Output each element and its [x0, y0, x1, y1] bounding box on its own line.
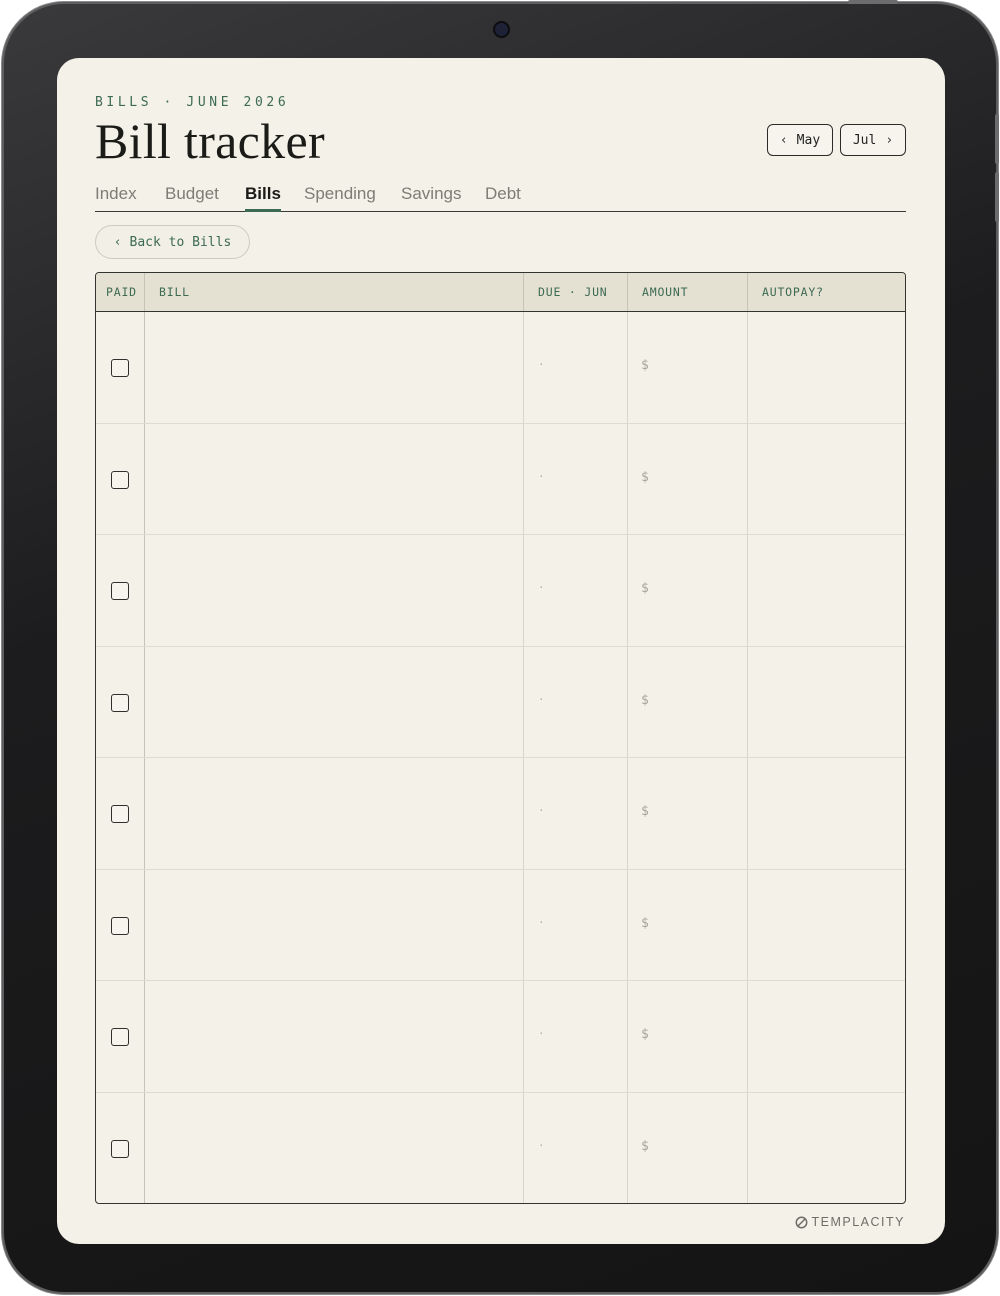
paid-checkbox[interactable]	[111, 693, 129, 712]
table-header: PAID BILL DUE · JUN AMOUNT AUTOPAY?	[96, 273, 905, 312]
column-divider	[523, 273, 524, 311]
amount-cell[interactable]: $	[641, 693, 649, 708]
prev-month-button[interactable]: ‹ May	[767, 124, 833, 156]
paid-checkbox[interactable]	[111, 1028, 129, 1046]
chevron-right-icon: ›	[885, 132, 894, 148]
chevron-left-icon: ‹	[779, 132, 788, 148]
next-month-label: Jul	[852, 132, 877, 148]
table-row: · $	[96, 647, 905, 758]
due-date-cell[interactable]: ·	[538, 581, 545, 594]
amount-cell[interactable]: $	[641, 358, 649, 373]
top-button	[848, 0, 898, 4]
brand-name: TEMPLACITY	[811, 1215, 905, 1229]
volume-down-button	[995, 172, 999, 222]
due-date-cell[interactable]: ·	[538, 358, 545, 371]
chevron-left-icon: ‹	[113, 234, 122, 250]
amount-cell[interactable]: $	[641, 581, 649, 596]
tab-spending[interactable]: Spending	[304, 184, 376, 211]
brand-logo: TEMPLACITY	[795, 1215, 906, 1229]
due-date-cell[interactable]: ·	[538, 804, 545, 817]
column-header-autopay: AUTOPAY?	[762, 285, 824, 299]
due-date-cell[interactable]: ·	[538, 916, 545, 929]
next-month-button[interactable]: Jul ›	[840, 124, 906, 156]
table-row: · $	[96, 1093, 905, 1204]
page-eyebrow: BILLS · JUNE 2026	[95, 95, 290, 110]
due-date-cell[interactable]: ·	[538, 1139, 545, 1152]
paid-checkbox[interactable]	[111, 1139, 129, 1158]
table-row: · $	[96, 535, 905, 647]
tab-bar: Index Budget Bills Spending Savings Debt	[95, 184, 906, 212]
column-divider	[747, 273, 748, 311]
back-to-bills-button[interactable]: ‹ Back to Bills	[95, 225, 250, 259]
paid-checkbox[interactable]	[111, 582, 129, 600]
tablet-frame: BILLS · JUNE 2026 Bill tracker ‹ May Jul…	[2, 0, 999, 1294]
column-divider	[144, 273, 145, 311]
templacity-logo-icon	[795, 1216, 807, 1228]
column-header-bill: BILL	[159, 285, 190, 299]
due-date-cell[interactable]: ·	[538, 1027, 545, 1040]
table-row: · $	[96, 312, 905, 424]
front-camera	[495, 23, 508, 36]
tab-index[interactable]: Index	[95, 184, 137, 211]
tab-debt[interactable]: Debt	[485, 184, 521, 211]
table-body: · $ · $ · $ · $ · $ · $ · $ · $	[96, 312, 905, 1203]
screen: BILLS · JUNE 2026 Bill tracker ‹ May Jul…	[57, 58, 945, 1244]
table-row: · $	[96, 981, 905, 1093]
table-row: · $	[96, 870, 905, 981]
amount-cell[interactable]: $	[641, 1027, 649, 1042]
due-date-cell[interactable]: ·	[538, 470, 545, 483]
column-divider	[627, 273, 628, 311]
volume-up-button	[995, 114, 999, 164]
amount-cell[interactable]: $	[641, 916, 649, 931]
amount-cell[interactable]: $	[641, 470, 649, 485]
prev-month-label: May	[796, 132, 821, 148]
paid-checkbox[interactable]	[111, 805, 129, 823]
tab-savings[interactable]: Savings	[401, 184, 461, 211]
amount-cell[interactable]: $	[641, 1139, 649, 1154]
back-button-label: Back to Bills	[129, 234, 232, 250]
bill-table: PAID BILL DUE · JUN AMOUNT AUTOPAY? · $	[95, 272, 906, 1204]
tab-budget[interactable]: Budget	[165, 184, 219, 211]
column-header-due: DUE · JUN	[538, 285, 608, 299]
column-header-paid: PAID	[106, 285, 137, 299]
column-header-amount: AMOUNT	[642, 285, 689, 299]
table-row: · $	[96, 758, 905, 870]
tab-bills[interactable]: Bills	[245, 184, 281, 212]
due-date-cell[interactable]: ·	[538, 693, 545, 706]
page-title: Bill tracker	[95, 113, 325, 169]
paid-checkbox[interactable]	[111, 359, 129, 377]
paid-checkbox[interactable]	[111, 916, 129, 935]
amount-cell[interactable]: $	[641, 804, 649, 819]
paid-checkbox[interactable]	[111, 470, 129, 489]
table-row: · $	[96, 424, 905, 535]
